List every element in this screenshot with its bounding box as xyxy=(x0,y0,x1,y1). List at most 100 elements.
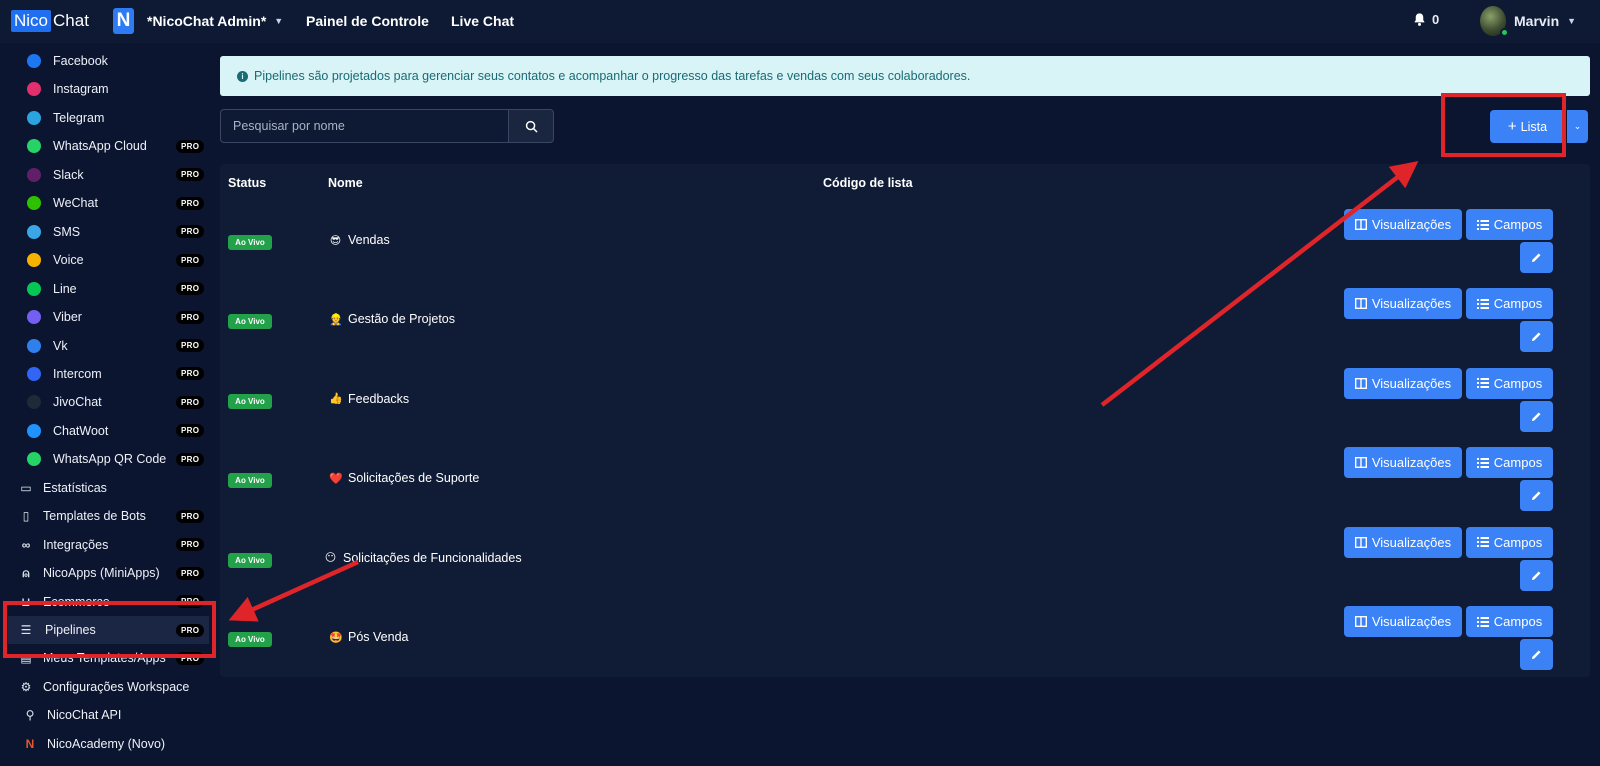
sidebar-item-label: JivoChat xyxy=(53,395,102,410)
user-icon: ⍝ xyxy=(22,565,30,580)
sidebar-item-label: Instagram xyxy=(53,82,109,97)
column-header-status: Status xyxy=(228,176,267,190)
sidebar-item-whatsapp-cloud[interactable]: WhatsApp Cloud PRO xyxy=(0,132,209,160)
edit-button[interactable] xyxy=(1520,559,1553,591)
sidebar-item-label: ChatWoot xyxy=(53,423,109,438)
fields-button[interactable]: Campos xyxy=(1466,367,1553,399)
views-button[interactable]: Visualizações xyxy=(1344,606,1462,637)
pro-badge: PRO xyxy=(176,282,205,296)
sidebar-item-sms[interactable]: SMS PRO xyxy=(0,218,209,246)
table-row[interactable]: Ao Vivo 👍 Feedbacks Visualizações Campos xyxy=(220,367,1590,448)
views-button[interactable]: Visualizações xyxy=(1344,447,1462,479)
vk-icon xyxy=(27,338,41,353)
notifications-count: 0 xyxy=(1432,12,1440,27)
pipeline-name[interactable]: 👍 Feedbacks xyxy=(329,392,409,406)
pipelines-table: Status Nome Código de lista Ao Vivo 😎 Vend… xyxy=(220,164,1590,677)
table-row[interactable]: Ao Vivo 🤩 Pós Venda Visualizações Campos xyxy=(220,606,1590,686)
sidebar-item-wechat[interactable]: WeChat PRO xyxy=(0,189,209,217)
edit-button[interactable] xyxy=(1520,242,1553,273)
edit-button[interactable] xyxy=(1520,639,1553,670)
columns-icon xyxy=(1354,377,1367,389)
sidebar-item-facebook[interactable]: Facebook xyxy=(0,47,209,75)
sidebar-item-vk[interactable]: Vk PRO xyxy=(0,332,209,360)
nav-dashboard-link[interactable]: Painel de Controle xyxy=(306,13,429,29)
pipeline-name-text: Vendas xyxy=(348,233,390,247)
fields-button-label: Campos xyxy=(1493,455,1543,471)
sidebar-item-line[interactable]: Line PRO xyxy=(0,275,209,303)
column-header-code: Código de lista xyxy=(823,176,913,190)
whatsapp-icon xyxy=(27,452,41,467)
pencil-icon xyxy=(1531,491,1541,501)
views-button[interactable]: Visualizações xyxy=(1344,526,1462,558)
edit-button[interactable] xyxy=(1520,400,1553,432)
pipeline-name-text: Solicitações de Suporte xyxy=(348,471,480,486)
pipeline-name[interactable]: ❤️ Solicitações de Suporte xyxy=(329,471,479,485)
search-button[interactable] xyxy=(508,109,554,143)
fields-button[interactable]: Campos xyxy=(1466,526,1553,558)
pro-badge: PRO xyxy=(176,168,205,182)
search-icon xyxy=(525,120,537,132)
fields-button[interactable]: Campos xyxy=(1466,288,1553,320)
fields-button[interactable]: Campos xyxy=(1466,447,1553,479)
presentation-chart-icon: ▭ xyxy=(20,480,32,495)
table-row[interactable]: Ao Vivo 👷 Gestão de Projetos Visualizações C… xyxy=(220,288,1590,368)
gear-icon: ⚙ xyxy=(20,679,32,694)
pipeline-name[interactable]: 😎 Vendas xyxy=(329,233,390,247)
views-button[interactable]: Visualizações xyxy=(1344,288,1462,320)
sidebar-item-label: Integrações xyxy=(43,537,109,552)
link-icon: ∞ xyxy=(21,537,31,552)
table-row[interactable]: Ao Vivo ❤️ Solicitações de Suporte Visualiz… xyxy=(220,447,1590,527)
fields-button[interactable]: Campos xyxy=(1466,606,1553,637)
chevron-down-icon: ▼ xyxy=(1567,16,1577,26)
workspace-badge[interactable]: N xyxy=(113,8,134,34)
sidebar-item-label: WeChat xyxy=(53,196,98,211)
search-input[interactable] xyxy=(220,109,509,143)
user-menu[interactable]: Marvin ▼ xyxy=(1480,6,1577,37)
sidebar-item-instagram[interactable]: Instagram xyxy=(0,75,209,103)
views-button[interactable]: Visualizações xyxy=(1344,209,1462,240)
sidebar-item-chatwoot[interactable]: ChatWoot PRO xyxy=(0,417,209,445)
sidebar-item-estatisticas[interactable]: ▭ Estatísticas xyxy=(0,474,209,502)
sidebar-item-nicochat-api[interactable]: ⚲ NicoChat API xyxy=(0,701,209,729)
pipeline-name[interactable]: 👷 Gestão de Projetos xyxy=(329,312,455,326)
sidebar-item-slack[interactable]: Slack PRO xyxy=(0,161,209,189)
sidebar-item-viber[interactable]: Viber PRO xyxy=(0,303,209,331)
workspace-selector[interactable]: *NicoChat Admin* ▼ xyxy=(147,13,283,29)
table-row[interactable]: Ao Vivo 😶 Solicitações de Funcionalidades V… xyxy=(220,526,1590,607)
edit-button[interactable] xyxy=(1520,480,1553,512)
sidebar-item-label: Telegram xyxy=(53,110,105,125)
sidebar-item-intercom[interactable]: Intercom PRO xyxy=(0,360,209,388)
chatwoot-icon xyxy=(27,423,41,438)
pencil-icon xyxy=(1531,650,1541,660)
add-list-dropdown-button[interactable]: ⌄ xyxy=(1567,110,1588,143)
pipeline-name[interactable]: 🤩 Pós Venda xyxy=(329,630,408,644)
notifications-button[interactable]: 0 xyxy=(1412,12,1439,27)
fields-button[interactable]: Campos xyxy=(1466,209,1553,240)
columns-icon xyxy=(1354,219,1367,230)
sidebar-item-nicoapps-miniapps[interactable]: ⍝ NicoApps (MiniApps) PRO xyxy=(0,559,209,587)
views-button[interactable]: Visualizações xyxy=(1344,367,1462,399)
api-icon: ⚲ xyxy=(25,708,35,723)
facebook-icon xyxy=(27,54,41,68)
pro-badge: PRO xyxy=(176,339,205,352)
status-badge: Ao Vivo xyxy=(228,473,272,489)
sidebar-item-telegram[interactable]: Telegram xyxy=(0,104,209,132)
pipeline-name-text: Gestão de Projetos xyxy=(348,312,456,327)
table-row[interactable]: Ao Vivo 😎 Vendas Visualizações Campos xyxy=(220,209,1590,289)
nicoacademy-icon: N xyxy=(25,736,35,751)
sidebar-item-integracoes[interactable]: ∞ Integrações PRO xyxy=(0,531,209,559)
nicochat-logo[interactable]: Nico Chat xyxy=(11,10,89,32)
edit-button[interactable] xyxy=(1520,321,1553,353)
pipeline-name[interactable]: 😶 Solicitações de Funcionalidades xyxy=(324,551,522,565)
sidebar-item-label: Intercom xyxy=(53,366,102,381)
pencil-icon xyxy=(1531,571,1541,580)
sidebar-item-voice[interactable]: Voice PRO xyxy=(0,246,209,274)
sidebar-item-configuracoes-workspace[interactable]: ⚙ Configurações Workspace xyxy=(0,673,209,701)
sidebar-item-whatsapp-qr-code[interactable]: WhatsApp QR Code PRO xyxy=(0,445,209,473)
sidebar-item-nicoacademy-novo[interactable]: N NicoAcademy (Novo) xyxy=(0,730,209,758)
sidebar-item-templates-de-bots[interactable]: ▯ Templates de Bots PRO xyxy=(0,502,209,530)
sidebar-item-jivochat[interactable]: JivoChat PRO xyxy=(0,388,209,416)
chevron-down-icon: ⌄ xyxy=(1573,121,1582,131)
nav-livechat-link[interactable]: Live Chat xyxy=(451,13,514,29)
emoji-icon: 😶 xyxy=(324,552,337,565)
